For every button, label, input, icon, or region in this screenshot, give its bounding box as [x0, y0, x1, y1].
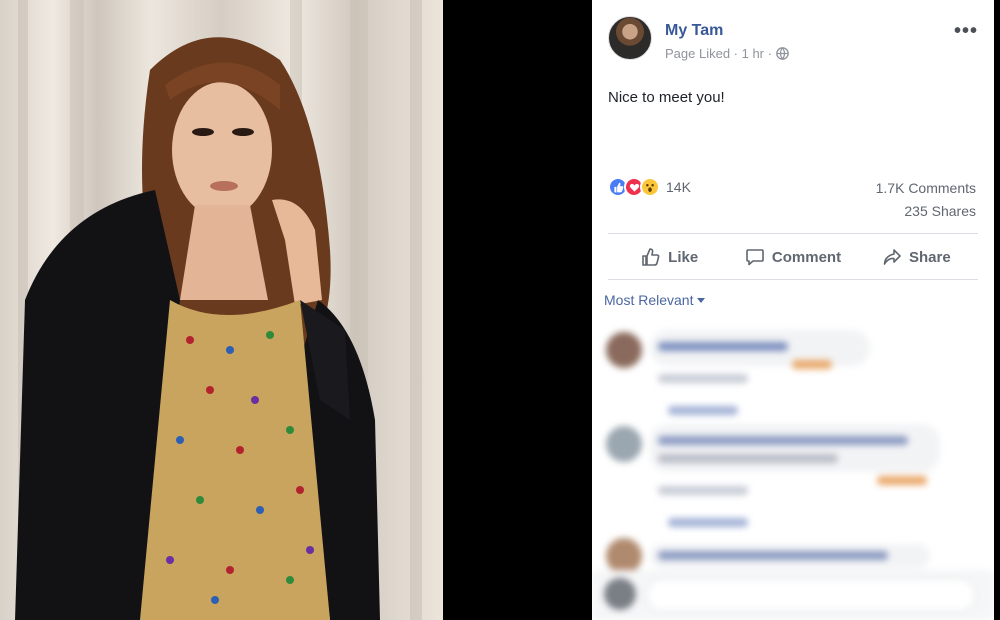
share-button[interactable]: Share: [855, 239, 978, 275]
wow-icon: [640, 177, 660, 197]
divider: [608, 233, 978, 234]
comment-line: [658, 436, 908, 445]
comment-composer: [592, 570, 994, 620]
comment-sort-dropdown[interactable]: Most Relevant: [604, 292, 706, 308]
more-options-icon[interactable]: •••: [954, 20, 978, 43]
comment-button[interactable]: Comment: [731, 239, 854, 275]
thumbs-up-icon: [642, 248, 660, 266]
comment-bubble: [650, 424, 940, 472]
post-actions: Like Comment Share: [608, 239, 978, 275]
comment-label: Comment: [771, 248, 842, 266]
like-button[interactable]: Like: [608, 239, 731, 275]
post-text: Nice to meet you!: [608, 89, 725, 106]
comments-count[interactable]: 1.7K Comments: [876, 180, 976, 196]
reaction-count: 14K: [666, 179, 691, 195]
author-avatar[interactable]: [608, 16, 652, 60]
divider: [608, 279, 978, 280]
globe-icon[interactable]: [776, 47, 789, 60]
photo-illustration: [15, 0, 422, 620]
shares-count[interactable]: 235 Shares: [904, 203, 976, 219]
composer-avatar: [604, 578, 636, 610]
chevron-down-icon: [697, 297, 706, 303]
comment-avatar: [606, 538, 642, 574]
post-meta: Page Liked · 1 hr ·: [665, 46, 789, 61]
comment-icon: [746, 249, 764, 266]
comment-line: [658, 551, 888, 560]
post-meta-text: Page Liked · 1 hr ·: [665, 46, 772, 61]
post-panel: My Tam Page Liked · 1 hr · ••• Nice to m…: [592, 0, 994, 620]
photo-viewer: [0, 0, 592, 620]
blurred-comments: [592, 318, 994, 620]
comment-avatar: [606, 332, 642, 368]
comment-line: [658, 454, 838, 463]
comment-replies: [668, 406, 738, 415]
comment-reactions: [792, 360, 832, 369]
comment-line: [658, 486, 748, 495]
comment-input: [646, 578, 976, 612]
comment-line: [658, 374, 748, 383]
sort-label: Most Relevant: [604, 292, 694, 308]
comment-avatar: [606, 426, 642, 462]
like-label: Like: [668, 248, 699, 266]
comment-reactions: [877, 476, 927, 485]
post-photo[interactable]: [0, 0, 443, 620]
comment-line: [658, 342, 788, 351]
share-icon: [883, 249, 901, 265]
share-label: Share: [908, 248, 951, 266]
panel-edge: [994, 0, 1000, 620]
reactions-summary[interactable]: 14K: [608, 177, 691, 197]
comment-replies: [668, 518, 748, 527]
author-name[interactable]: My Tam: [665, 22, 723, 40]
post-header: My Tam Page Liked · 1 hr · •••: [608, 16, 978, 66]
